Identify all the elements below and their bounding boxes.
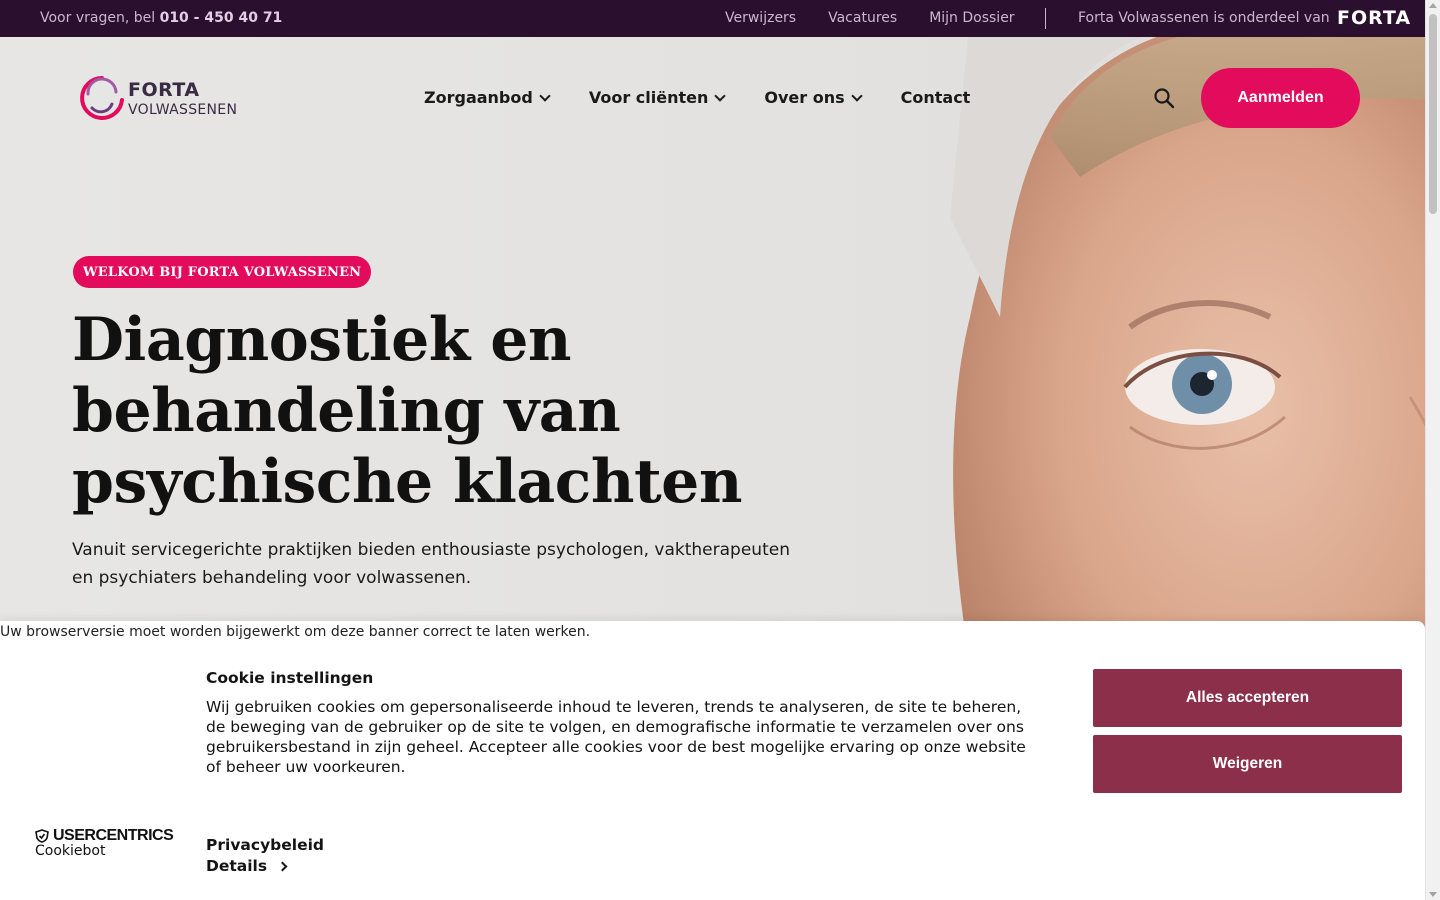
phone-contact: Voor vragen, bel 010 - 450 40 71 bbox=[40, 10, 282, 26]
scroll-up-arrow-icon[interactable] bbox=[1429, 3, 1437, 8]
logo-text-volwassenen: VOLWASSENEN bbox=[128, 102, 238, 118]
forta-ring-logo-icon bbox=[80, 76, 124, 120]
details-label: Details bbox=[206, 857, 268, 875]
top-utility-bar: Voor vragen, bel 010 - 450 40 71 Verwijz… bbox=[0, 0, 1425, 37]
nav-item-over-ons[interactable]: Over ons bbox=[764, 88, 863, 107]
cookie-title: Cookie instellingen bbox=[206, 669, 374, 687]
privacy-policy-link[interactable]: Privacybeleid bbox=[206, 835, 324, 856]
hero-lead-line: en psychiaters behandeling voor volwasse… bbox=[72, 568, 472, 588]
phone-number-link[interactable]: 010 - 450 40 71 bbox=[160, 10, 283, 26]
page-scrollbar[interactable] bbox=[1425, 0, 1440, 900]
phone-prefix: Voor vragen, bel bbox=[40, 10, 156, 26]
hero-title: Diagnostiek en behandeling van psychisch… bbox=[72, 305, 892, 518]
aanmelden-button[interactable]: Aanmelden bbox=[1201, 68, 1360, 128]
logo-text-forta: FORTA bbox=[128, 79, 200, 101]
nav-item-zorgaanbod[interactable]: Zorgaanbod bbox=[424, 88, 551, 107]
details-link[interactable]: Details bbox=[206, 856, 324, 877]
shield-check-icon bbox=[35, 829, 49, 843]
utility-links: Verwijzers Vacatures Mijn Dossier bbox=[725, 10, 1015, 26]
welcome-badge: WELKOM BIJ FORTA VOLWASSENEN bbox=[73, 256, 372, 288]
topbar-divider bbox=[1045, 8, 1046, 29]
nav-item-voor-clienten[interactable]: Voor cliënten bbox=[588, 88, 727, 107]
link-mijn-dossier[interactable]: Mijn Dossier bbox=[929, 10, 1014, 26]
scrollbar-thumb[interactable] bbox=[1429, 14, 1437, 214]
nav-label: Voor cliënten bbox=[588, 88, 709, 107]
hero-lead: Vanuit servicegerichte praktijken bieden… bbox=[72, 536, 852, 592]
link-verwijzers[interactable]: Verwijzers bbox=[725, 10, 796, 26]
nav-item-contact[interactable]: Contact bbox=[901, 88, 971, 107]
hero-title-line: Diagnostiek en bbox=[72, 305, 572, 375]
browser-warning-text: Uw browserversie moet worden bijgewerkt … bbox=[0, 624, 591, 640]
forta-parent-logo[interactable]: FORTA bbox=[1337, 7, 1411, 29]
nav-label: Contact bbox=[900, 88, 971, 107]
chevron-down-icon bbox=[850, 89, 863, 102]
hero-title-line: psychische klachten bbox=[72, 447, 742, 517]
hero-title-line: behandeling van bbox=[72, 376, 621, 446]
cookiebot-label: Cookiebot bbox=[35, 843, 106, 859]
link-vacatures[interactable]: Vacatures bbox=[828, 10, 897, 26]
scroll-down-arrow-icon[interactable] bbox=[1429, 892, 1437, 897]
chevron-right-icon bbox=[277, 861, 288, 872]
chevron-down-icon bbox=[714, 89, 727, 102]
deny-button[interactable]: Weigeren bbox=[1093, 735, 1402, 793]
usercentrics-logo[interactable]: USERCENTRICS Cookiebot bbox=[35, 827, 174, 859]
hero-lead-line: Vanuit servicegerichte praktijken bieden… bbox=[72, 540, 790, 560]
cookie-body-text: Wij gebruiken cookies om gepersonaliseer… bbox=[206, 698, 1026, 776]
cookie-banner: Uw browserversie moet worden bijgewerkt … bbox=[0, 621, 1425, 900]
nav-label: Zorgaanbod bbox=[424, 88, 533, 107]
main-navigation: Zorgaanbod Voor cliënten Over ons Contac… bbox=[424, 88, 970, 107]
accept-all-button[interactable]: Alles accepteren bbox=[1093, 669, 1402, 727]
forta-volwassenen-logo[interactable]: FORTA VOLWASSENEN bbox=[78, 74, 248, 126]
parent-org-text: Forta Volwassenen is onderdeel van bbox=[1078, 10, 1330, 26]
chevron-down-icon bbox=[539, 89, 551, 102]
search-icon[interactable] bbox=[1153, 87, 1175, 109]
nav-label: Over ons bbox=[764, 88, 845, 107]
cookie-links: Privacybeleid Details bbox=[206, 835, 324, 877]
